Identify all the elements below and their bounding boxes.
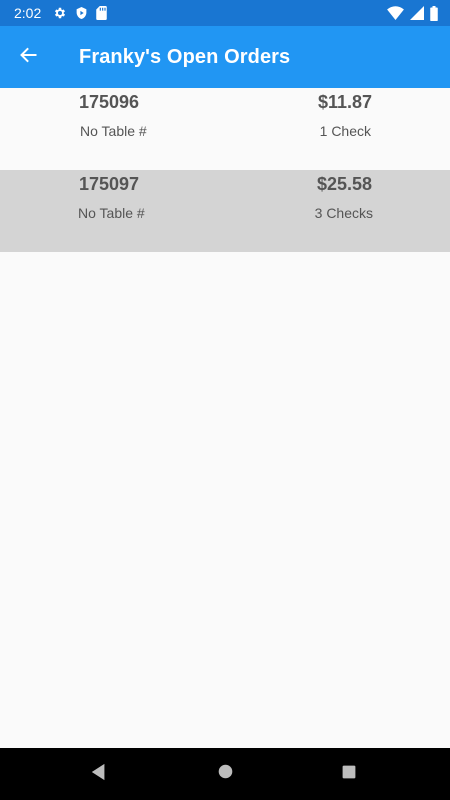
order-row[interactable]: 175096 $11.87 No Table # 1 Check (0, 88, 450, 170)
home-circle-icon[interactable] (217, 763, 234, 785)
status-left-icons (53, 6, 107, 20)
order-checks: 3 Checks (314, 205, 373, 221)
back-triangle-icon[interactable] (90, 763, 108, 786)
recents-square-icon[interactable] (341, 764, 357, 785)
order-number: 175096 (79, 92, 140, 112)
order-row-selected[interactable]: 175097 $25.58 No Table # 3 Checks (0, 170, 450, 252)
order-table: No Table # (78, 205, 145, 221)
arrow-back-icon[interactable] (19, 45, 39, 70)
order-table: No Table # (80, 123, 147, 139)
order-list: 175096 $11.87 No Table # 1 Check 175097 … (0, 88, 450, 252)
sd-card-icon (96, 6, 107, 20)
app-bar: Franky's Open Orders (0, 26, 450, 88)
page-title: Franky's Open Orders (79, 45, 291, 68)
cell-signal-icon (410, 6, 424, 20)
navigation-bar (0, 748, 450, 800)
order-checks: 1 Check (319, 123, 371, 139)
nav-home-button[interactable] (195, 748, 255, 800)
status-time: 2:02 (14, 5, 42, 21)
gear-icon (53, 6, 67, 20)
shield-icon (75, 6, 88, 20)
order-amount: $11.87 (317, 92, 372, 112)
order-amount: $25.58 (316, 174, 372, 194)
back-button[interactable] (0, 26, 58, 88)
nav-recents-button[interactable] (319, 748, 379, 800)
status-right-icons (387, 5, 438, 21)
nav-back-button[interactable] (69, 748, 129, 800)
battery-icon (430, 5, 438, 21)
wifi-icon (387, 6, 404, 20)
status-bar: 2:02 (0, 0, 450, 26)
order-number: 175097 (79, 174, 140, 194)
